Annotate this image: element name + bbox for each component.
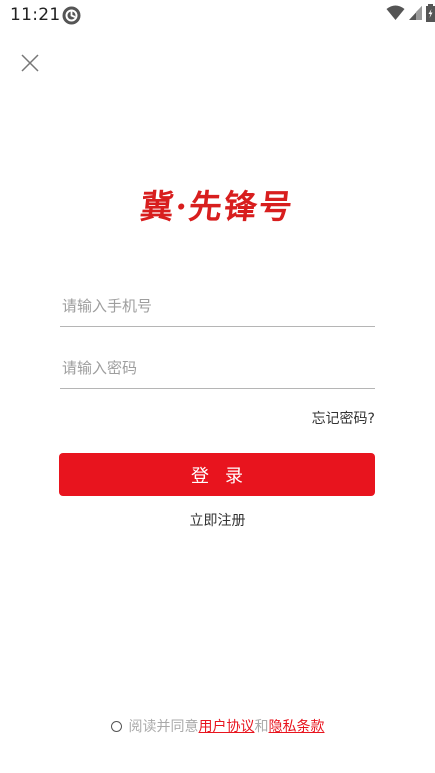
login-button[interactable]: 登录 [59,453,375,496]
app-logo: 冀·先锋号 [138,187,297,226]
phone-input[interactable] [60,286,375,326]
status-right-icons [386,4,435,26]
agreement-prefix: 阅读并同意 [128,719,199,735]
status-time: 11:21 [10,5,61,25]
privacy-policy-link[interactable]: 隐私条款 [269,716,325,736]
password-input[interactable] [60,348,375,388]
close-icon [21,54,39,72]
forgot-password-link[interactable]: 忘记密码? [312,408,375,428]
phone-field-container [60,286,375,327]
app-notification-icon [62,6,81,25]
user-agreement-link[interactable]: 用户协议 [199,716,255,736]
battery-icon [426,4,435,26]
status-bar: 11:21 [0,0,435,32]
agreement-conjunction: 和 [254,719,269,735]
signal-icon [408,5,423,25]
wifi-icon [386,5,405,25]
password-field-container [60,348,375,389]
agreement-checkbox[interactable] [110,720,122,732]
close-button[interactable] [18,51,42,75]
agreement-row: 阅读并同意 用户协议 和 隐私条款 [0,716,435,736]
register-link[interactable]: 立即注册 [0,510,435,530]
